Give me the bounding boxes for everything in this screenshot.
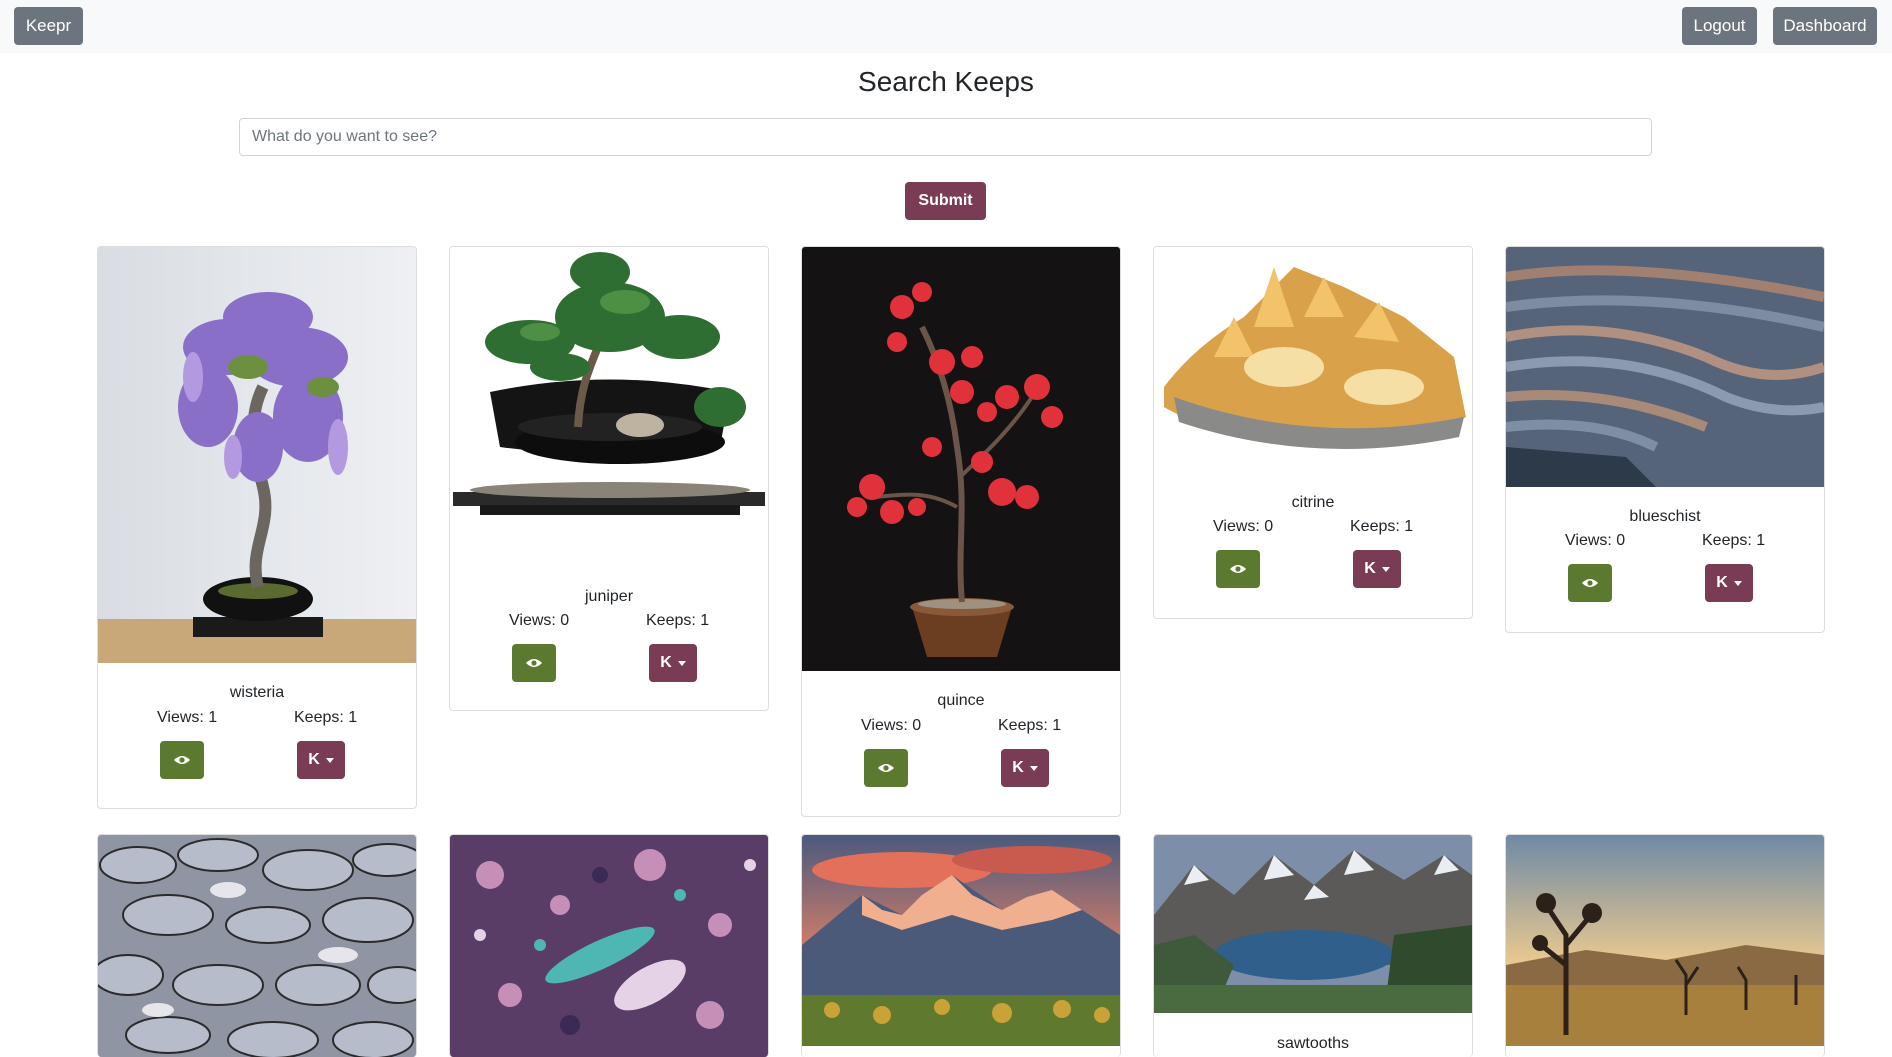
keep-dropdown-button[interactable]: K bbox=[1353, 550, 1401, 588]
keep-image[interactable] bbox=[1506, 835, 1824, 1046]
views-count: Views: 0 bbox=[861, 717, 922, 734]
keeps-count: Keeps: 1 bbox=[646, 612, 710, 629]
keep-card bbox=[449, 834, 769, 1057]
brand-button[interactable]: Keepr bbox=[14, 7, 83, 45]
submit-button[interactable]: Submit bbox=[905, 182, 986, 220]
logout-button[interactable]: Logout bbox=[1682, 7, 1757, 45]
caret-down-icon bbox=[325, 757, 334, 763]
views-count: Views: 0 bbox=[509, 612, 570, 629]
caret-down-icon bbox=[1733, 580, 1742, 586]
keep-image-wisteria[interactable] bbox=[98, 247, 416, 663]
keep-dropdown-button[interactable]: K bbox=[649, 644, 697, 682]
keep-card-wisteria: wisteria Views: 1 Keeps: 1 K bbox=[97, 246, 417, 809]
keep-name: sawtooths bbox=[1276, 1035, 1350, 1052]
dashboard-button[interactable]: Dashboard bbox=[1773, 7, 1877, 45]
search-input[interactable] bbox=[239, 118, 1652, 156]
keep-name: juniper bbox=[584, 588, 634, 605]
view-button[interactable] bbox=[160, 741, 204, 779]
keep-name: quince bbox=[937, 692, 985, 709]
keep-name: blueschist bbox=[1629, 508, 1701, 525]
page-title: Search Keeps bbox=[858, 66, 1034, 97]
keep-card bbox=[801, 834, 1121, 1057]
eye-icon bbox=[174, 756, 190, 764]
keeps-count: Keeps: 1 bbox=[998, 717, 1062, 734]
views-count: Views: 0 bbox=[1565, 532, 1626, 549]
keep-card bbox=[1505, 834, 1825, 1057]
keep-image-sawtooths[interactable] bbox=[1154, 835, 1472, 1013]
keep-name: wisteria bbox=[229, 684, 285, 701]
keep-card-juniper: juniper Views: 0 Keeps: 1 K bbox=[449, 246, 769, 711]
keep-button-label: K bbox=[660, 654, 672, 671]
keep-card-sawtooths: sawtooths bbox=[1153, 834, 1473, 1057]
keep-image-blueschist[interactable] bbox=[1506, 247, 1824, 487]
keep-card-quince: quince Views: 0 Keeps: 1 K bbox=[801, 246, 1121, 817]
eye-icon bbox=[1230, 565, 1246, 573]
keep-image-juniper[interactable] bbox=[450, 247, 768, 567]
keep-image-quince[interactable] bbox=[802, 247, 1120, 671]
keep-dropdown-button[interactable]: K bbox=[1705, 564, 1753, 602]
keep-card-citrine: citrine Views: 0 Keeps: 1 K bbox=[1153, 246, 1473, 619]
keeps-count: Keeps: 1 bbox=[294, 709, 358, 726]
keep-dropdown-button[interactable]: K bbox=[1001, 749, 1049, 787]
keep-card-blueschist: blueschist Views: 0 Keeps: 1 K bbox=[1505, 246, 1825, 633]
keep-card bbox=[97, 834, 417, 1057]
views-count: Views: 0 bbox=[1213, 518, 1274, 535]
caret-down-icon bbox=[677, 660, 686, 666]
keep-image[interactable] bbox=[802, 835, 1120, 1046]
keep-dropdown-button[interactable]: K bbox=[297, 741, 345, 779]
eye-icon bbox=[878, 764, 894, 772]
caret-down-icon bbox=[1381, 566, 1390, 572]
keep-image[interactable] bbox=[98, 835, 416, 1057]
view-button[interactable] bbox=[1568, 564, 1612, 602]
view-button[interactable] bbox=[512, 644, 556, 682]
keep-name: citrine bbox=[1291, 494, 1335, 511]
keeps-count: Keeps: 1 bbox=[1702, 532, 1766, 549]
view-button[interactable] bbox=[864, 749, 908, 787]
eye-icon bbox=[1582, 579, 1598, 587]
caret-down-icon bbox=[1029, 765, 1038, 771]
keep-button-label: K bbox=[1012, 759, 1024, 776]
keep-button-label: K bbox=[308, 751, 320, 768]
top-navbar: Keepr Logout Dashboard bbox=[0, 0, 1892, 53]
view-button[interactable] bbox=[1216, 550, 1260, 588]
keep-image-citrine[interactable] bbox=[1154, 247, 1472, 483]
eye-icon bbox=[526, 659, 542, 667]
keep-button-label: K bbox=[1364, 560, 1376, 577]
keep-image[interactable] bbox=[450, 835, 768, 1057]
keeps-count: Keeps: 1 bbox=[1350, 518, 1414, 535]
views-count: Views: 1 bbox=[157, 709, 218, 726]
keep-button-label: K bbox=[1716, 574, 1728, 591]
